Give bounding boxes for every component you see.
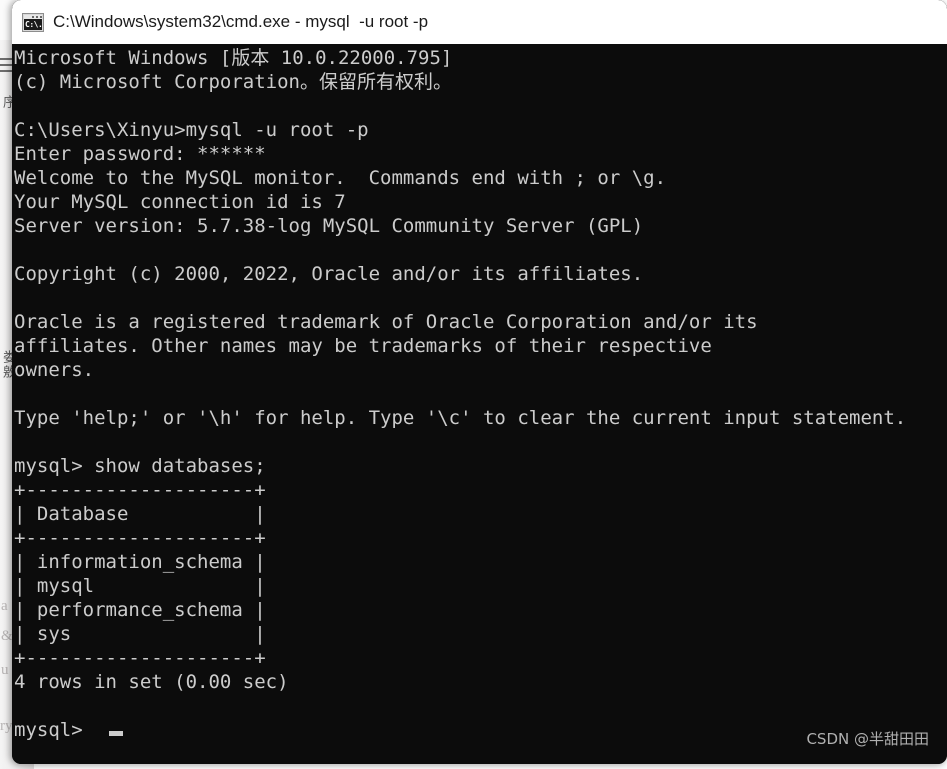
terminal-line: mysql>: [14, 719, 83, 741]
window-title: C:\Windows\system32\cmd.exe - mysql -u r…: [53, 12, 429, 31]
terminal-line: Welcome to the MySQL monitor. Commands e…: [14, 167, 667, 189]
terminal-line: C:\Users\Xinyu>mysql -u root -p: [14, 119, 369, 141]
terminal-line: +--------------------+: [14, 479, 266, 501]
csdn-watermark: CSDN @半甜田田: [806, 730, 929, 748]
window-titlebar[interactable]: C:\. C:\Windows\system32\cmd.exe - mysql…: [12, 0, 947, 44]
terminal-line: Microsoft Windows [版本 10.0.22000.795]: [14, 47, 453, 69]
terminal-line: Oracle is a registered trademark of Orac…: [14, 311, 758, 333]
terminal-line: Copyright (c) 2000, 2022, Oracle and/or …: [14, 263, 644, 285]
terminal-cursor: [109, 731, 123, 736]
terminal-line: Type 'help;' or '\h' for help. Type '\c'…: [14, 407, 907, 429]
terminal-line: | performance_schema |: [14, 599, 266, 621]
cmd-window[interactable]: C:\. C:\Windows\system32\cmd.exe - mysql…: [12, 0, 947, 764]
terminal-line: Server version: 5.7.38-log MySQL Communi…: [14, 215, 644, 237]
terminal-line: +--------------------+: [14, 527, 266, 549]
terminal-line: +--------------------+: [14, 647, 266, 669]
cmd-exe-icon: C:\.: [22, 12, 44, 32]
terminal-line: | Database |: [14, 503, 266, 525]
terminal-output-area[interactable]: Microsoft Windows [版本 10.0.22000.795] (c)…: [12, 44, 947, 764]
terminal-line: | information_schema |: [14, 551, 266, 573]
terminal-line: mysql> show databases;: [14, 455, 266, 477]
screen: 序 娄敫 a & u ry C:\. C:\Windows\system32\c…: [0, 0, 947, 769]
background-faint-text-ry: ry: [0, 718, 13, 734]
terminal-line: Your MySQL connection id is 7: [14, 191, 346, 213]
terminal-line: 4 rows in set (0.00 sec): [14, 671, 289, 693]
terminal-line: | sys |: [14, 623, 266, 645]
terminal-line: affiliates. Other names may be trademark…: [14, 335, 712, 357]
terminal-line: Enter password: ******: [14, 143, 266, 165]
terminal-text: Microsoft Windows [版本 10.0.22000.795] (c)…: [14, 46, 906, 742]
cmd-icon-glyph: C:\.: [24, 18, 42, 30]
background-faint-text-u: u: [1, 662, 9, 678]
terminal-line: | mysql |: [14, 575, 266, 597]
terminal-line: (c) Microsoft Corporation。保留所有权利。: [14, 71, 452, 93]
background-faint-text-a: a: [1, 598, 8, 614]
terminal-line: owners.: [14, 359, 95, 381]
background-faint-text-amp: &: [1, 628, 13, 644]
